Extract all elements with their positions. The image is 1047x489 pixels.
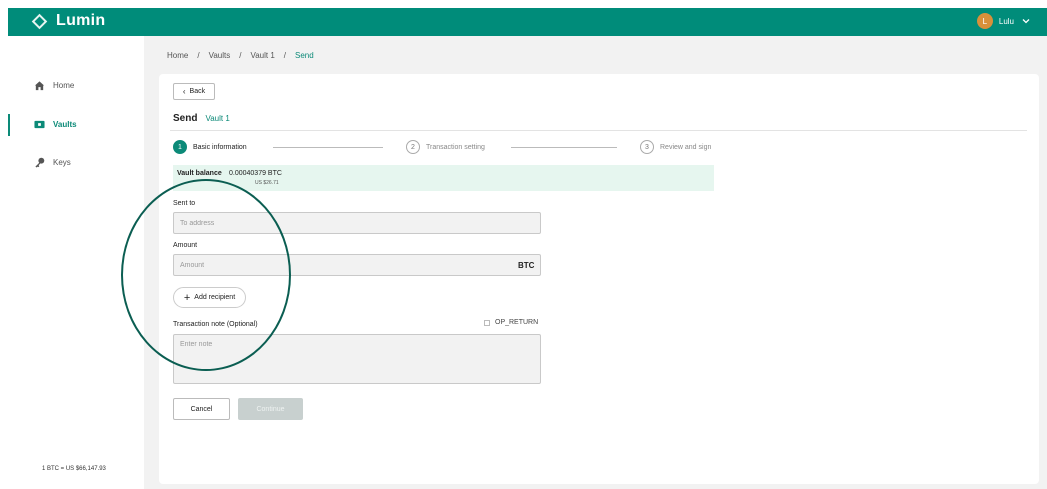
page-header: Send Vault 1 [173,113,230,124]
breadcrumb-separator: / [239,51,242,60]
sidebar-item-label: Home [53,81,75,90]
step-number: 2 [406,140,420,154]
op-return-checkbox[interactable]: OP_RETURN [484,319,538,326]
home-icon [34,81,45,91]
note-label: Transaction note (Optional) [173,321,258,328]
cancel-label: Cancel [190,405,213,413]
breadcrumb-vaults[interactable]: Vaults [209,51,231,60]
breadcrumb: Home / Vaults / Vault 1 / Send [167,51,323,60]
avatar: L [976,13,993,29]
add-recipient-button[interactable]: + Add recipient [173,287,246,308]
back-button[interactable]: ‹ Back [173,83,215,100]
app-logo[interactable]: Lumin [31,12,106,30]
breadcrumb-home[interactable]: Home [167,51,188,60]
step-connector [273,147,383,148]
sidebar-item-keys[interactable]: Keys [34,157,71,168]
btc-rate: 1 BTC = US $66,147.93 [42,466,106,472]
step-label: Transaction setting [426,143,485,151]
breadcrumb-separator: / [197,51,200,60]
user-menu[interactable]: L Lulu [976,13,1031,29]
divider [170,130,1027,131]
note-textarea[interactable] [173,334,541,384]
cancel-button[interactable]: Cancel [173,398,230,420]
step-connector [511,147,617,148]
amount-label: Amount [173,242,198,249]
user-name: Lulu [998,16,1014,26]
step-basic-information: 1 Basic information [173,140,247,154]
step-review-and-sign: 3 Review and sign [640,140,711,154]
breadcrumb-separator: / [283,51,286,60]
sidebar-item-vaults[interactable]: Vaults [34,119,77,130]
vault-icon [34,120,45,129]
key-icon [35,157,45,168]
address-input[interactable] [173,212,541,234]
top-bar: Lumin L Lulu [8,8,1047,36]
send-card [159,74,1039,484]
balance-label: Vault balance [177,170,222,177]
amount-input[interactable] [173,254,541,276]
step-number: 3 [640,140,654,154]
sidebar-item-label: Keys [53,158,71,167]
sidebar: Home Vaults Keys 1 BTC = US $66,147.93 [8,36,144,489]
chevron-left-icon: ‹ [182,87,186,96]
checkbox-icon [484,319,490,326]
add-recipient-label: Add recipient [194,294,236,301]
step-transaction-setting: 2 Transaction setting [406,140,485,154]
plus-icon: + [183,291,191,304]
back-label: Back [189,88,206,95]
vault-name[interactable]: Vault 1 [205,114,229,123]
op-return-label: OP_RETURN [495,319,539,326]
balance-btc: 0.00040379 BTC [229,170,282,177]
continue-button[interactable]: Continue [238,398,303,420]
amount-unit: BTC [518,261,535,270]
vault-balance-banner: Vault balance 0.00040379 BTC US $26.71 [173,165,714,191]
breadcrumb-vault-1[interactable]: Vault 1 [250,51,274,60]
app-name: Lumin [56,12,106,29]
sidebar-item-label: Vaults [53,120,77,129]
active-indicator [8,114,10,136]
continue-label: Continue [256,405,285,413]
page-title: Send [173,113,198,124]
step-label: Basic information [193,143,247,151]
step-number: 1 [173,140,187,154]
send-to-label: Sent to [173,200,196,207]
breadcrumb-send: Send [295,51,314,60]
chevron-down-icon [1022,19,1030,24]
balance-usd: US $26.71 [255,180,279,186]
step-label: Review and sign [660,143,712,151]
logo-icon [31,13,48,29]
sidebar-item-home[interactable]: Home [34,80,74,91]
